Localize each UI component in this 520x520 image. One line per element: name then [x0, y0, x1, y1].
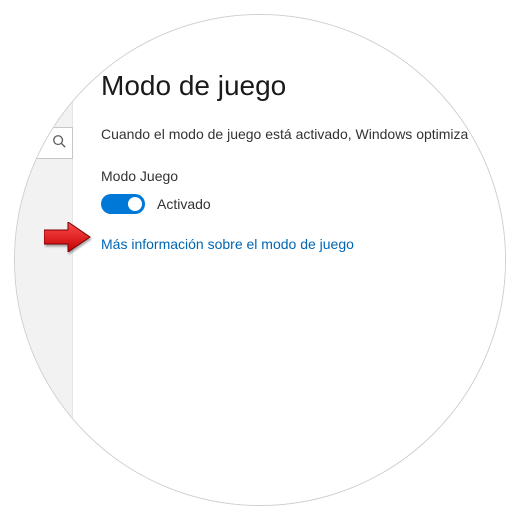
search-input[interactable]: [23, 127, 73, 159]
more-info-link[interactable]: Más información sobre el modo de juego: [101, 236, 483, 252]
game-mode-toggle[interactable]: [101, 194, 145, 214]
search-icon: [52, 134, 66, 153]
toggle-knob: [128, 197, 142, 211]
content-area: Modo de juego Cuando el modo de juego es…: [73, 15, 506, 506]
red-arrow-annotation-icon: [44, 222, 92, 252]
settings-window: Modo de juego Cuando el modo de juego es…: [15, 15, 506, 506]
page-description: Cuando el modo de juego está activado, W…: [101, 124, 483, 144]
toggle-row: Activado: [101, 194, 483, 214]
sidebar: [15, 15, 73, 506]
toggle-status: Activado: [157, 196, 211, 212]
page-title: Modo de juego: [101, 70, 483, 102]
circular-crop-frame: Modo de juego Cuando el modo de juego es…: [14, 14, 506, 506]
setting-label: Modo Juego: [101, 168, 483, 184]
